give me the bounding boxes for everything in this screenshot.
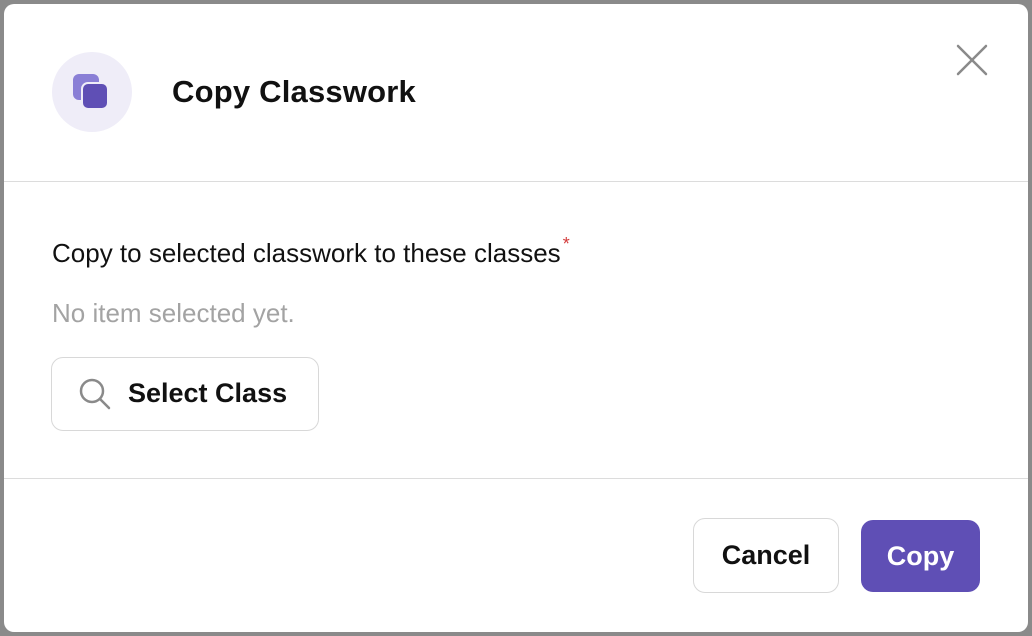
- classes-field-label-text: Copy to selected classwork to these clas…: [52, 238, 561, 268]
- select-class-button-label: Select Class: [128, 378, 288, 408]
- copy-button[interactable]: Copy: [861, 520, 980, 592]
- classes-field-label: Copy to selected classwork to these clas…: [52, 234, 570, 269]
- cancel-button[interactable]: Cancel: [693, 518, 839, 593]
- required-marker: *: [562, 234, 570, 254]
- dialog-title: Copy Classwork: [172, 74, 416, 109]
- copy-classwork-dialog: Copy Classwork Copy to selected classwor…: [4, 4, 1028, 632]
- dialog-footer: Cancel Copy: [4, 479, 1028, 632]
- empty-selection-hint: No item selected yet.: [52, 298, 295, 328]
- search-icon: [78, 377, 112, 416]
- copy-icon: [52, 52, 132, 132]
- dialog-body: Copy to selected classwork to these clas…: [4, 182, 1028, 479]
- select-class-button[interactable]: Select Class: [51, 357, 319, 431]
- close-icon[interactable]: [954, 42, 990, 78]
- dialog-header: Copy Classwork: [4, 4, 1028, 182]
